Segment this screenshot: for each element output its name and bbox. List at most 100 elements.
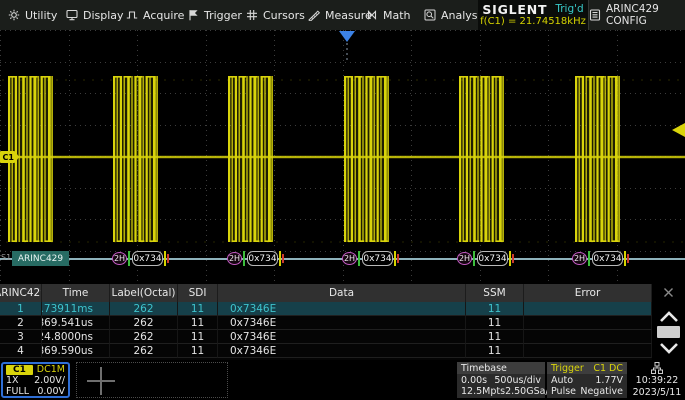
status-block: SIGLENT Trig'd f(C1) = 21.74518kHz bbox=[478, 0, 588, 30]
timebase-memory: 12.5Mpts bbox=[461, 386, 505, 397]
measure-icon bbox=[308, 9, 320, 21]
oscilloscope-screen: UtilityDisplayAcquireTriggerCursorsMeasu… bbox=[0, 0, 685, 400]
frequency-readout: f(C1) = 21.74518kHz bbox=[480, 16, 586, 28]
column-header-sdi: SDI bbox=[178, 284, 218, 302]
trigger-panel[interactable]: Trigger C1 DC Auto 1.77V Pulse Negative bbox=[547, 362, 627, 398]
cell-ssm: 11 bbox=[466, 344, 524, 358]
menu-display[interactable]: Display bbox=[66, 0, 124, 30]
cell-label: 262 bbox=[110, 302, 178, 316]
column-header-label-octal-: Label(Octal) bbox=[110, 284, 178, 302]
cell-sdi: 11 bbox=[178, 302, 218, 316]
menu-trigger[interactable]: Trigger bbox=[187, 0, 242, 30]
display-icon bbox=[66, 9, 78, 21]
list-icon bbox=[589, 9, 601, 21]
cell-error bbox=[524, 344, 652, 358]
timebase-panel[interactable]: Timebase 0.00s 500us/div 12.5Mpts 2.50GS… bbox=[457, 362, 545, 398]
cell-ssm: 11 bbox=[466, 316, 524, 330]
channel-1-panel[interactable]: C1 DC1M 1X 2.00V/ FULL 0.00V bbox=[1, 362, 70, 398]
column-header-error: Error bbox=[524, 284, 652, 302]
add-channel-slot[interactable] bbox=[76, 362, 228, 398]
trigger-position-marker[interactable] bbox=[339, 31, 355, 42]
cell-ssm: 11 bbox=[466, 302, 524, 316]
cell-data: 0x7346E bbox=[218, 302, 466, 316]
menu-measure[interactable]: Measure bbox=[308, 0, 372, 30]
table-row[interactable]: 4869.590us262110x7346E11 bbox=[0, 344, 652, 358]
timebase-title: Timebase bbox=[461, 363, 507, 374]
trigger-slope: Negative bbox=[580, 386, 623, 397]
channel-scale: 2.00V/ bbox=[34, 375, 65, 386]
cell-label: 262 bbox=[110, 330, 178, 344]
menu-analysis[interactable]: Analysis bbox=[424, 0, 486, 30]
math-icon bbox=[366, 9, 378, 21]
cell-data: 0x7346E bbox=[218, 344, 466, 358]
clock-time: 10:39:22 bbox=[636, 375, 679, 386]
clock-date: 2023/5/11 bbox=[633, 387, 682, 398]
table-row[interactable]: 1-1.73911ms262110x7346E11 bbox=[0, 302, 652, 316]
column-header-arinc429: ARINC429 bbox=[0, 284, 42, 302]
table-scroll-down-button[interactable] bbox=[652, 338, 685, 358]
cell-ssm: 11 bbox=[466, 330, 524, 344]
timebase-scale: 500us/div bbox=[494, 375, 541, 386]
table-scroll-thumb[interactable] bbox=[657, 326, 680, 338]
svg-text:C1: C1 bbox=[3, 153, 15, 162]
table-close-button[interactable] bbox=[652, 284, 685, 300]
bottom-status-bar: C1 DC1M 1X 2.00V/ FULL 0.00V Timebase 0.… bbox=[0, 360, 685, 400]
cell-data: 0x7346E bbox=[218, 330, 466, 344]
cell-time: 24.8000ns bbox=[42, 330, 110, 344]
cell-data: 0x7346E bbox=[218, 316, 466, 330]
decode-bus-label[interactable]: ARINC429 bbox=[12, 251, 69, 266]
channel-1-level-marker[interactable]: C1 bbox=[0, 151, 19, 163]
cell-time: 869.590us bbox=[42, 344, 110, 358]
menu-acquire[interactable]: Acquire bbox=[126, 0, 184, 30]
acquire-icon bbox=[126, 9, 138, 21]
menu-math[interactable]: Math bbox=[366, 0, 411, 30]
cursors-icon bbox=[246, 9, 258, 21]
cell-num: 4 bbox=[0, 344, 42, 358]
cell-num: 2 bbox=[0, 316, 42, 330]
column-header-time: Time bbox=[42, 284, 110, 302]
analysis-icon bbox=[424, 9, 436, 21]
cell-error bbox=[524, 302, 652, 316]
channel-bandwidth: FULL bbox=[6, 386, 29, 397]
clock-block: 10:39:22 2023/5/11 bbox=[629, 362, 685, 398]
column-header-ssm: SSM bbox=[466, 284, 524, 302]
decode-table: ARINC429TimeLabel(Octal)SDIDataSSMError1… bbox=[0, 284, 685, 360]
channel-probe: 1X bbox=[6, 375, 19, 386]
timebase-delay: 0.00s bbox=[461, 375, 487, 386]
gear-icon bbox=[8, 9, 20, 21]
siglent-logo: SIGLENT bbox=[482, 3, 547, 16]
cell-error bbox=[524, 330, 652, 344]
top-menu-bar: Utility DisplayAcquireTriggerCursorsMeasu… bbox=[0, 0, 685, 31]
channel-coupling: DC1M bbox=[37, 364, 65, 375]
menu-cursors[interactable]: Cursors bbox=[246, 0, 305, 30]
config-label: ARINC429 CONFIG bbox=[606, 3, 685, 27]
cell-label: 262 bbox=[110, 316, 178, 330]
menu-utility[interactable]: Utility bbox=[8, 0, 57, 30]
cell-num: 3 bbox=[0, 330, 42, 344]
table-row[interactable]: 324.8000ns262110x7346E11 bbox=[0, 330, 652, 344]
flag-icon bbox=[187, 9, 199, 21]
trigger-mode: Auto bbox=[551, 375, 573, 386]
trigger-level-marker[interactable] bbox=[672, 123, 685, 137]
trigger-status-badge: Trig'd bbox=[555, 3, 583, 16]
cell-num: 1 bbox=[0, 302, 42, 316]
cell-time: -1.73911ms bbox=[42, 302, 110, 316]
trigger-source: C1 DC bbox=[593, 363, 623, 374]
waveform-display[interactable]: C1 bbox=[0, 30, 685, 282]
cell-label: 262 bbox=[110, 344, 178, 358]
cell-error bbox=[524, 316, 652, 330]
table-scroll-up-button[interactable] bbox=[652, 306, 685, 326]
table-row[interactable]: 2-869.541us262110x7346E11 bbox=[0, 316, 652, 330]
trigger-level: 1.77V bbox=[595, 375, 623, 386]
network-icon bbox=[651, 362, 663, 374]
trigger-type: Pulse bbox=[551, 386, 576, 397]
cell-time: -869.541us bbox=[42, 316, 110, 330]
table-scrollbar bbox=[652, 284, 685, 360]
trigger-title: Trigger bbox=[551, 363, 584, 374]
plus-icon bbox=[100, 367, 102, 395]
channel-offset: 0.00V bbox=[37, 386, 65, 397]
cell-sdi: 11 bbox=[178, 330, 218, 344]
arinc429-config-button[interactable]: ARINC429 CONFIG bbox=[588, 0, 685, 30]
cell-sdi: 11 bbox=[178, 316, 218, 330]
channel-1-chip: C1 bbox=[6, 365, 33, 375]
